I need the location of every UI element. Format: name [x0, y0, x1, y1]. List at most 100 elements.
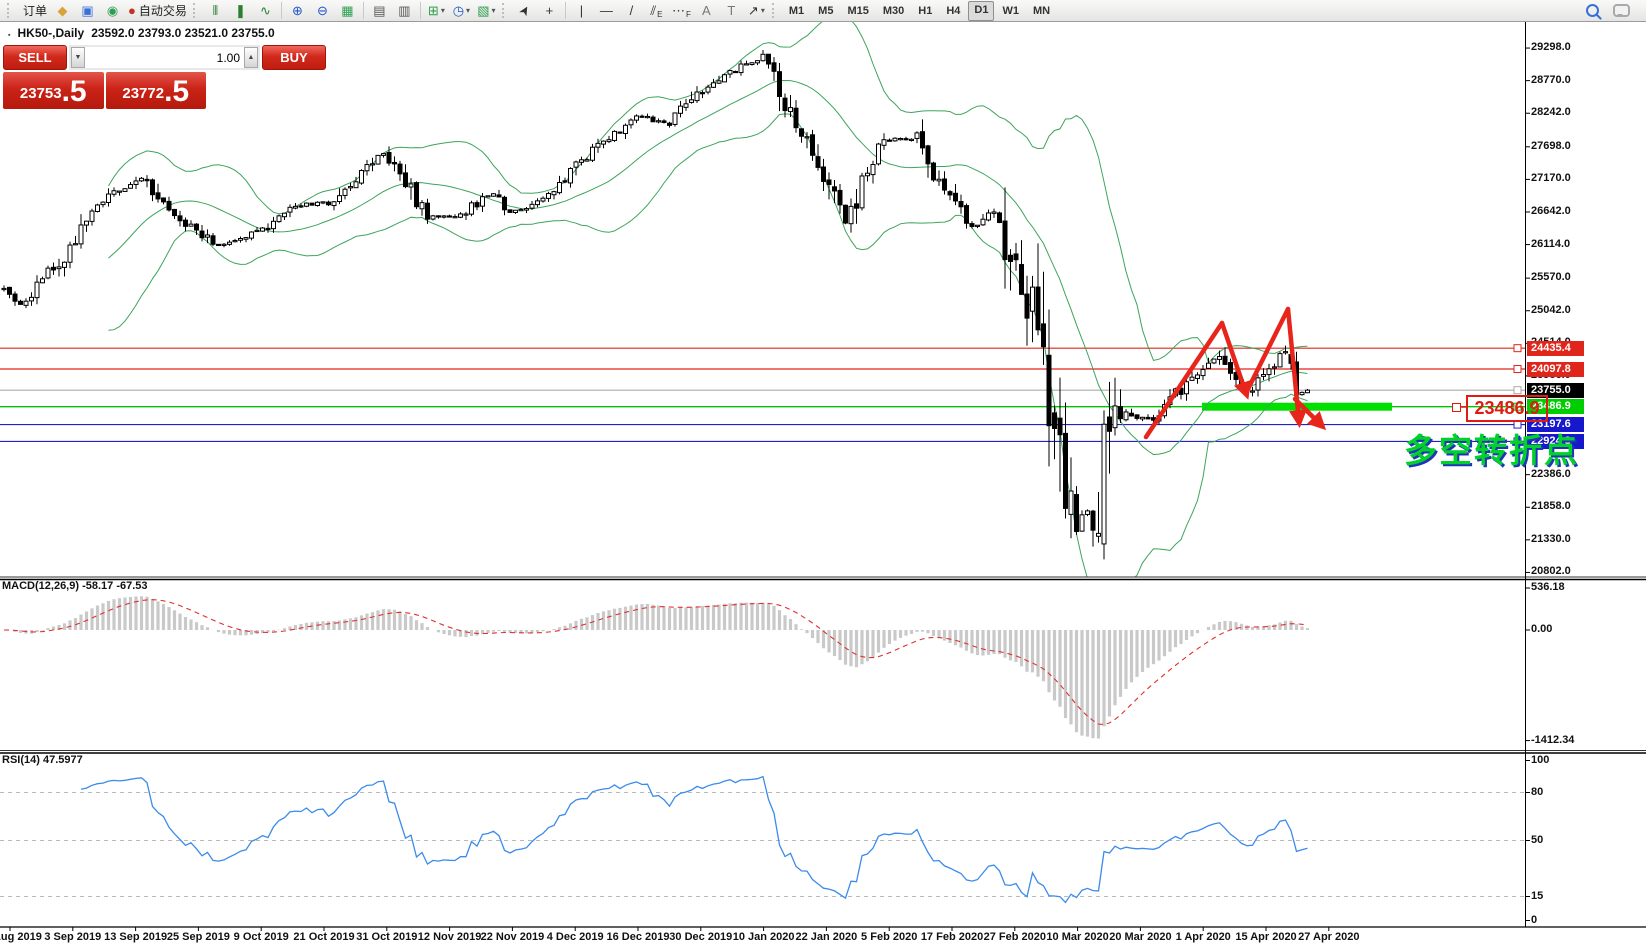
- price-axis-label: 20802.0: [1531, 565, 1571, 578]
- volume-control: ▼ ▲: [69, 45, 260, 70]
- rsi-value: 47.5977: [42, 754, 83, 766]
- date-axis-label: 25 Sep 2019: [166, 931, 230, 943]
- indicator-window-icon[interactable]: ▤: [368, 1, 391, 20]
- timeframe-h1[interactable]: H1: [912, 2, 938, 20]
- timeframe-mn[interactable]: MN: [1027, 2, 1056, 20]
- sell-price-display[interactable]: 23753 .5: [3, 72, 104, 109]
- macd-values: -58.17 -67.53: [82, 580, 148, 592]
- rsi-indicator-label: RSI(14) 47.5977: [2, 754, 83, 766]
- chart-shift-icon[interactable]: ▥: [393, 1, 416, 20]
- price-axis-label: 29298.0: [1531, 41, 1571, 54]
- toolbar-separator: [362, 2, 364, 19]
- timeframe-m30[interactable]: M30: [877, 2, 910, 20]
- timeframe-m5[interactable]: M5: [812, 2, 839, 20]
- label-icon[interactable]: T: [720, 1, 743, 20]
- date-axis-label: 4 Dec 2019: [546, 931, 604, 943]
- date-axis-label: 10 Mar 2020: [1046, 931, 1109, 943]
- arrows-icon[interactable]: ↗ ▾: [745, 1, 768, 20]
- price-axis-label: 25042.0: [1531, 303, 1571, 316]
- date-axis-label: 17 Feb 2020: [920, 931, 984, 943]
- volume-decrease-button[interactable]: ▼: [71, 47, 85, 68]
- price-axis-label: 26642.0: [1531, 204, 1571, 217]
- buy-price-frac: .5: [164, 75, 190, 108]
- cursor-icon[interactable]: ➤: [513, 1, 536, 20]
- sell-price-main: 23753: [19, 85, 62, 102]
- channel-icon[interactable]: ⫽ E: [645, 1, 668, 20]
- date-axis-label: 16 Dec 2019: [606, 931, 670, 943]
- price-axis-label: 25570.0: [1531, 271, 1571, 284]
- volume-input[interactable]: [85, 47, 244, 68]
- macd-axis-label: 0.00: [1531, 623, 1553, 635]
- timeframe-h4[interactable]: H4: [940, 2, 966, 20]
- timeframe-d1[interactable]: D1: [968, 0, 995, 21]
- level-callout-box[interactable]: 23486.9: [1466, 395, 1548, 422]
- buy-button[interactable]: BUY: [262, 45, 326, 70]
- candlestick-icon[interactable]: ❚: [229, 1, 252, 20]
- vertical-line-icon[interactable]: |: [570, 1, 593, 20]
- date-axis-label: 30 Dec 2019: [669, 931, 733, 943]
- sell-button[interactable]: SELL: [3, 45, 67, 70]
- symbol-marker-icon: ▪: [8, 32, 11, 39]
- trendline-icon[interactable]: /: [620, 1, 643, 20]
- horizontal-line-icon[interactable]: —: [595, 1, 618, 20]
- price-level-tag: 24435.4: [1527, 340, 1584, 356]
- volume-increase-button[interactable]: ▲: [244, 47, 258, 68]
- date-axis-label: 3 Sep 2019: [44, 931, 102, 943]
- toolbar-right: [1586, 4, 1646, 17]
- search-icon[interactable]: [1586, 4, 1599, 17]
- bar-chart-icon[interactable]: ⫴: [204, 1, 227, 20]
- fibonacci-icon[interactable]: ⋯ F: [670, 1, 693, 20]
- price-axis-label: 27170.0: [1531, 172, 1571, 185]
- callout-anchor-square: [1452, 403, 1461, 412]
- sell-price-frac: .5: [61, 75, 87, 108]
- chart-window-icon[interactable]: ▣: [76, 1, 99, 20]
- toolbar-separator: [419, 2, 421, 19]
- autotrade-button[interactable]: ● 自动交易: [126, 1, 189, 20]
- timeframe-m1[interactable]: M1: [783, 2, 810, 20]
- date-axis-label: 20 Mar 2020: [1109, 931, 1172, 943]
- rsi-axis-label: 100: [1531, 753, 1550, 766]
- order-button[interactable]: 订单: [18, 1, 49, 20]
- zoom-in-icon[interactable]: ⊕: [286, 1, 309, 20]
- crosshair-icon[interactable]: +: [538, 1, 561, 20]
- period-icon[interactable]: ◷ ▾: [450, 1, 473, 20]
- chart-title: ▪ HK50-,Daily 23592.0 23793.0 23521.0 23…: [8, 26, 275, 40]
- timeframe-m15[interactable]: M15: [841, 2, 874, 20]
- date-axis-label: 27 Feb 2020: [983, 931, 1046, 943]
- zoom-out-icon[interactable]: ⊖: [311, 1, 334, 20]
- date-axis-label: 21 Oct 2019: [293, 931, 355, 943]
- rsi-axis-label: 15: [1531, 889, 1544, 902]
- date-axis-label: 12 Nov 2019: [417, 931, 482, 943]
- price-axis-label: 28770.0: [1531, 73, 1571, 86]
- turning-point-annotation[interactable]: 多空转折点: [1404, 424, 1579, 472]
- price-axis-label: 21330.0: [1531, 532, 1571, 545]
- price-axis-label: 27698.0: [1531, 139, 1571, 152]
- timeframe-w1[interactable]: W1: [996, 2, 1025, 20]
- date-axis-label: 5 Feb 2020: [861, 931, 918, 943]
- buy-price-display[interactable]: 23772 .5: [105, 72, 206, 109]
- date-axis-label: 27 Apr 2020: [1298, 931, 1360, 943]
- toolbar-grip: [771, 3, 777, 18]
- date-axis-label: 13 Sep 2019: [104, 931, 168, 943]
- line-chart-icon[interactable]: ∿: [254, 1, 277, 20]
- ohlc-values: 23592.0 23793.0 23521.0 23755.0: [91, 26, 275, 40]
- rsi-axis-label: 80: [1531, 785, 1544, 798]
- template-icon[interactable]: ▧ ▾: [475, 1, 498, 20]
- toolbar-grip: [501, 3, 507, 18]
- chat-icon[interactable]: [1613, 4, 1630, 17]
- chart-canvas[interactable]: [0, 0, 1646, 947]
- symbol-period: HK50-,Daily: [17, 26, 85, 40]
- date-axis-label: 22 Aug 2019: [0, 931, 42, 943]
- date-axis-label: 15 Apr 2020: [1235, 931, 1297, 943]
- mt4-window: 订单 ◆ ▣ ◉ ● 自动交易 ⫴ ❚ ∿ ⊕ ⊖ ▦ ▤ ▥ ⊞ ▾ ◷ ▾ ▧ ▾ ➤ + | — / ⫽ E ⋯ F A T ↗ ▾ M1 M…: [0, 0, 1646, 947]
- date-axis-label: 22 Jan 2020: [795, 931, 858, 943]
- tile-windows-icon[interactable]: ▦: [336, 1, 359, 20]
- buy-price-main: 23772: [122, 85, 165, 102]
- mql-community-icon[interactable]: ◉: [101, 1, 124, 20]
- new-order-icon[interactable]: ◆: [51, 1, 74, 20]
- price-axis-label: 21858.0: [1531, 500, 1571, 513]
- add-indicator-icon[interactable]: ⊞ ▾: [425, 1, 448, 20]
- date-axis-label: 22 Nov 2019: [480, 931, 545, 943]
- text-icon[interactable]: A: [695, 1, 718, 20]
- macd-indicator-label: MACD(12,26,9) -58.17 -67.53: [2, 580, 148, 592]
